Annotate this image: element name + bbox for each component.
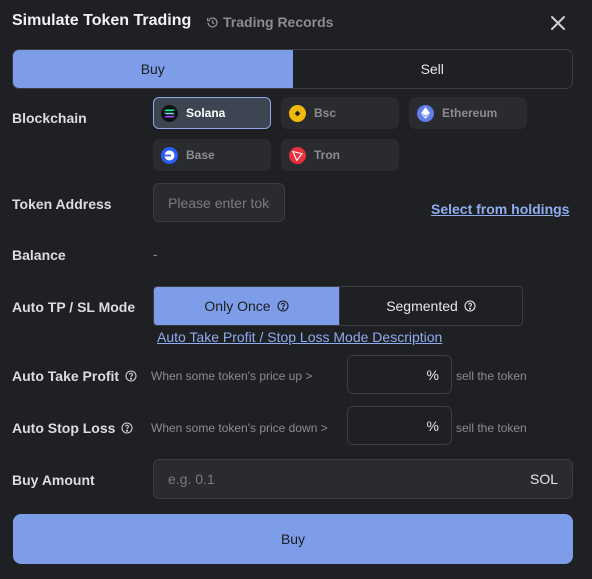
label-text: Auto Take Profit [12, 368, 120, 384]
stop-loss-suffix: sell the token [456, 421, 527, 435]
tron-icon [289, 146, 306, 164]
dialog-title: Simulate Token Trading [12, 12, 192, 29]
token-address-label: Token Address [12, 196, 112, 212]
buy-amount-field: SOL [153, 459, 573, 499]
mode-selector: Only Once Segmented [153, 286, 523, 326]
balance-value: - [153, 246, 158, 262]
help-icon[interactable] [277, 300, 289, 312]
chain-label: Bsc [314, 106, 337, 120]
buy-amount-label: Buy Amount [12, 472, 95, 488]
token-address-input[interactable] [153, 183, 285, 222]
stop-loss-percent-field: % [347, 406, 452, 445]
chain-label: Ethereum [442, 106, 498, 120]
auto-take-profit-label: Auto Take Profit [12, 368, 137, 384]
chain-option-tron[interactable]: Tron [281, 139, 399, 171]
chain-option-bsc[interactable]: Bsc [281, 97, 399, 129]
buy-button[interactable]: Buy [13, 514, 573, 564]
stop-loss-condition: When some token's price down > [151, 421, 328, 435]
buy-amount-input[interactable] [168, 471, 530, 487]
take-profit-percent-field: % [347, 355, 452, 394]
bsc-icon [289, 104, 306, 122]
ethereum-icon [417, 104, 434, 122]
chain-option-base[interactable]: Base [153, 139, 271, 171]
chain-label: Solana [186, 106, 226, 120]
select-from-holdings-link[interactable]: Select from holdings [431, 201, 569, 217]
stop-loss-input[interactable] [350, 417, 421, 434]
help-icon[interactable] [125, 370, 137, 382]
trading-records-label: Trading Records [223, 14, 334, 30]
percent-unit: % [426, 366, 439, 383]
chain-label: Tron [314, 148, 340, 162]
chain-option-ethereum[interactable]: Ethereum [409, 97, 527, 129]
base-icon [161, 146, 178, 164]
mode-option-label: Only Once [204, 298, 271, 314]
history-icon [206, 16, 218, 28]
trading-records-link[interactable]: Trading Records [206, 14, 333, 30]
auto-stop-loss-label: Auto Stop Loss [12, 420, 133, 436]
auto-tp-sl-mode-label: Auto TP / SL Mode [12, 299, 136, 315]
chain-option-solana[interactable]: Solana [153, 97, 271, 129]
blockchain-label: Blockchain [12, 110, 87, 126]
mode-option-only-once[interactable]: Only Once [154, 287, 339, 325]
mode-description-link[interactable]: Auto Take Profit / Stop Loss Mode Descri… [157, 329, 442, 345]
trade-type-tabs: Buy Sell [12, 49, 573, 89]
help-icon[interactable] [121, 422, 133, 434]
mode-option-segmented[interactable]: Segmented [339, 287, 522, 325]
help-icon[interactable] [464, 300, 476, 312]
tab-buy[interactable]: Buy [13, 50, 293, 88]
close-icon[interactable] [547, 12, 569, 34]
percent-unit: % [426, 417, 439, 434]
tab-sell[interactable]: Sell [292, 50, 572, 88]
mode-option-label: Segmented [386, 298, 458, 314]
balance-label: Balance [12, 247, 66, 263]
take-profit-condition: When some token's price up > [151, 369, 313, 383]
currency-unit: SOL [529, 471, 558, 487]
solana-icon [161, 104, 178, 122]
take-profit-suffix: sell the token [456, 369, 527, 383]
take-profit-input[interactable] [350, 366, 421, 383]
label-text: Auto Stop Loss [12, 420, 116, 436]
chain-label: Base [186, 148, 215, 162]
